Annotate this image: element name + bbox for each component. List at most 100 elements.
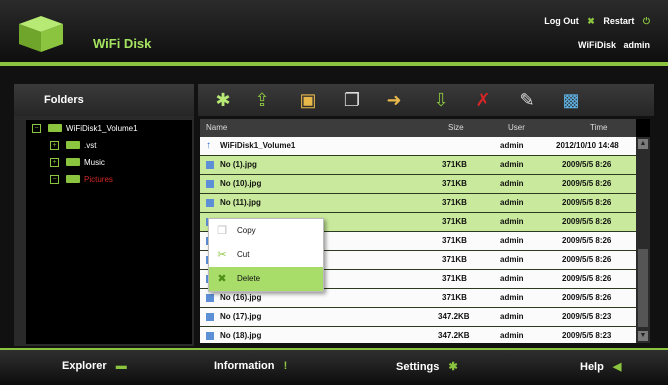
nav-help[interactable]: Help ◀ <box>580 360 621 373</box>
folder-tree: − WiFiDisk1_Volume1 + .vst + Music − Pic… <box>26 120 192 344</box>
image-view-icon[interactable]: ▩ <box>560 89 582 111</box>
copy-icon[interactable]: ❐ <box>341 89 363 111</box>
file-user: admin <box>500 160 524 169</box>
file-user: admin <box>500 255 524 264</box>
current-user: admin <box>623 40 650 50</box>
column-user[interactable]: User <box>508 119 525 137</box>
image-file-icon <box>206 313 214 321</box>
folder-icon <box>66 141 80 149</box>
logo-cube-icon <box>19 16 63 52</box>
drive-folder-icon <box>48 124 62 132</box>
file-size: 371KB <box>442 274 467 283</box>
restart-link[interactable]: Restart <box>603 16 634 26</box>
file-user: admin <box>500 141 524 150</box>
back-arrow-icon: ◀ <box>612 361 622 373</box>
up-arrow-icon: ↑ <box>206 140 211 151</box>
nav-explorer[interactable]: Explorer ▬ <box>62 360 127 372</box>
file-time: 2009/5/5 8:26 <box>562 236 612 245</box>
table-row[interactable]: No (1).jpg 371KB admin 2009/5/5 8:26 <box>200 156 636 175</box>
table-row[interactable]: No (11).jpg 371KB admin 2009/5/5 8:26 <box>200 194 636 213</box>
file-user: admin <box>500 331 524 340</box>
table-row[interactable]: No (17).jpg 347.2KB admin 2009/5/5 8:23 <box>200 308 636 327</box>
file-user: admin <box>500 312 524 321</box>
table-row[interactable]: No (18).jpg 347.2KB admin 2009/5/5 8:23 <box>200 327 636 343</box>
expand-icon[interactable]: + <box>50 158 59 167</box>
menu-item-copy[interactable]: ❐ Copy <box>209 219 323 243</box>
tree-item-label: Music <box>84 158 105 167</box>
file-time: 2012/10/10 14:48 <box>556 141 619 150</box>
scroll-thumb[interactable] <box>638 249 648 327</box>
nav-label: Settings <box>396 361 440 373</box>
scroll-up-icon[interactable]: ▲ <box>638 139 648 149</box>
tree-item-music[interactable]: + Music <box>26 154 192 171</box>
image-file-icon <box>206 294 214 302</box>
delete-x-icon: ✖ <box>217 273 227 285</box>
collapse-icon[interactable]: − <box>32 124 41 133</box>
file-size: 347.2KB <box>438 331 470 340</box>
folder-icon <box>66 158 80 166</box>
file-time: 2009/5/5 8:26 <box>562 274 612 283</box>
column-size[interactable]: Size <box>448 119 464 137</box>
logout-icon[interactable]: ✖ <box>587 16 595 26</box>
menu-item-delete[interactable]: ✖ Delete <box>209 267 323 291</box>
nav-label: Explorer <box>62 360 107 372</box>
file-size: 371KB <box>442 160 467 169</box>
vertical-scrollbar[interactable]: ▲ ▼ <box>636 137 650 343</box>
file-user: admin <box>500 179 524 188</box>
file-time: 2009/5/5 8:23 <box>562 312 612 321</box>
logout-link[interactable]: Log Out <box>544 16 579 26</box>
new-folder-icon[interactable]: ▣ <box>297 89 319 111</box>
app-title: WiFi Disk <box>93 36 152 51</box>
file-user: admin <box>500 217 524 226</box>
device-name: WiFiDisk <box>578 40 616 50</box>
nav-information[interactable]: Information ! <box>214 360 287 372</box>
move-icon[interactable]: ➜ <box>383 89 405 111</box>
menu-item-cut[interactable]: ✂ Cut <box>209 243 323 267</box>
folders-title: Folders <box>14 84 194 116</box>
upload-icon[interactable]: ⇪ <box>251 89 273 111</box>
folder-icon: ▬ <box>115 360 127 372</box>
rename-icon[interactable]: ✎ <box>516 89 538 111</box>
tree-item-vst[interactable]: + .vst <box>26 137 192 154</box>
power-icon[interactable]: ⏻ <box>643 16 650 26</box>
file-name: No (1).jpg <box>220 160 257 169</box>
expand-icon[interactable]: + <box>50 141 59 150</box>
tree-item-label: WiFiDisk1_Volume1 <box>66 124 138 133</box>
tree-item-volume[interactable]: − WiFiDisk1_Volume1 <box>26 120 192 137</box>
bottom-nav: Explorer ▬ Information ! Settings ✱ Help… <box>0 348 668 385</box>
header-bar: WiFi Disk Log Out ✖ Restart ⏻ WiFiDisk a… <box>0 0 668 62</box>
menu-item-label: Delete <box>237 274 261 283</box>
nav-settings[interactable]: Settings ✱ <box>396 360 458 373</box>
delete-icon[interactable]: ✗ <box>472 89 494 111</box>
file-user: admin <box>500 236 524 245</box>
folder-icon <box>66 175 80 183</box>
file-name: No (11).jpg <box>220 198 261 207</box>
file-size: 371KB <box>442 255 467 264</box>
file-time: 2009/5/5 8:26 <box>562 255 612 264</box>
file-time: 2009/5/5 8:26 <box>562 179 612 188</box>
file-name: No (18).jpg <box>220 331 262 340</box>
table-header: Name Size User Time <box>200 119 636 137</box>
download-icon[interactable]: ⇩ <box>430 89 452 111</box>
scissors-icon: ✂ <box>217 249 227 261</box>
collapse-icon[interactable]: − <box>50 175 59 184</box>
context-menu: ❐ Copy ✂ Cut ✖ Delete <box>208 218 324 292</box>
file-user: admin <box>500 293 524 302</box>
file-size: 371KB <box>442 236 467 245</box>
image-file-icon <box>206 161 214 169</box>
nav-label: Help <box>580 361 604 373</box>
tree-item-pictures[interactable]: − Pictures <box>26 171 192 188</box>
copy-icon: ❐ <box>217 225 227 237</box>
file-time: 2009/5/5 8:23 <box>562 331 612 340</box>
column-name[interactable]: Name <box>206 119 227 137</box>
header-divider <box>0 62 668 66</box>
scroll-down-icon[interactable]: ▼ <box>638 331 648 341</box>
file-size: 371KB <box>442 217 467 226</box>
table-row[interactable]: ↑ WiFiDisk1_Volume1 admin 2012/10/10 14:… <box>200 137 636 156</box>
column-time[interactable]: Time <box>590 119 607 137</box>
top-links: Log Out ✖ Restart ⏻ <box>538 16 650 27</box>
gear-icon: ✱ <box>448 361 458 373</box>
file-name: WiFiDisk1_Volume1 <box>220 141 296 150</box>
gear-icon[interactable]: ✱ <box>212 89 234 111</box>
table-row[interactable]: No (10).jpg 371KB admin 2009/5/5 8:26 <box>200 175 636 194</box>
